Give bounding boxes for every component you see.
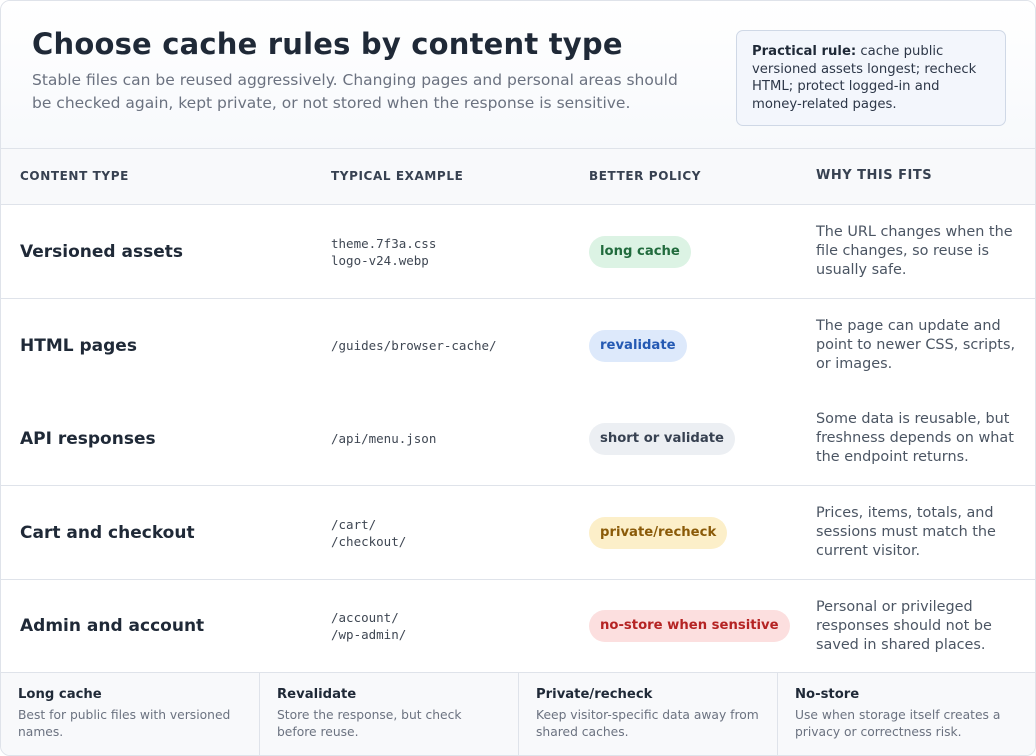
why-this-fits-cell: Prices, items, totals, and sessions must… bbox=[816, 505, 996, 559]
policy-cell: revalidate bbox=[589, 299, 687, 392]
policy-badge-short-or-validate: short or validate bbox=[589, 422, 735, 455]
legend-item-private-recheck: Private/recheck Keep visitor-specific da… bbox=[519, 673, 778, 755]
content-type-cell: Versioned assets bbox=[20, 241, 183, 262]
example-path: /checkout/ bbox=[331, 533, 407, 549]
policy-legend: Long cache Best for public files with ve… bbox=[1, 673, 1035, 755]
example-path: /guides/browser-cache/ bbox=[331, 338, 497, 353]
content-type-cell: Admin and account bbox=[20, 616, 205, 636]
practical-rule-label: Practical rule: bbox=[752, 44, 857, 59]
table-header: CONTENT TYPE TYPICAL EXAMPLE BETTER POLI… bbox=[1, 149, 1035, 205]
column-header-better-policy: BETTER POLICY bbox=[589, 169, 702, 183]
typical-example-cell: /api/menu.json bbox=[331, 392, 436, 485]
table-row: Admin and account /account/ /wp-admin/ n… bbox=[1, 580, 1035, 673]
page-header: Choose cache rules by content type Stabl… bbox=[1, 1, 1035, 149]
table-row: Cart and checkout /cart/ /checkout/ priv… bbox=[1, 486, 1035, 580]
typical-example-cell: /account/ /wp-admin/ bbox=[331, 580, 406, 672]
column-header-why-this-fits: WHY THIS FITS bbox=[816, 168, 933, 183]
why-this-fits-cell: Personal or privileged responses should … bbox=[816, 598, 992, 653]
legend-description: Best for public files with versioned nam… bbox=[18, 708, 231, 739]
legend-title: Private/recheck bbox=[536, 687, 653, 702]
legend-item-no-store: No-store Use when storage itself creates… bbox=[778, 673, 1035, 755]
example-path: /cart/ bbox=[331, 516, 377, 532]
why-this-fits-cell: The page can update and point to newer C… bbox=[816, 318, 1016, 372]
policy-badge-revalidate: revalidate bbox=[589, 329, 687, 362]
legend-description: Use when storage itself creates a privac… bbox=[795, 708, 1001, 739]
example-path: /api/menu.json bbox=[331, 431, 437, 446]
why-this-fits-cell: Some data is reusable, but freshness dep… bbox=[816, 411, 1014, 465]
policy-cell: private/recheck bbox=[589, 486, 728, 579]
policy-cell: long cache bbox=[589, 205, 691, 298]
table-row: API responses /api/menu.json short or va… bbox=[1, 392, 1035, 486]
policy-badge-no-store: no-store when sensitive bbox=[589, 610, 790, 642]
legend-title: No-store bbox=[795, 687, 860, 702]
why-this-fits-cell: The URL changes when the file changes, s… bbox=[816, 224, 1013, 278]
table-row: HTML pages /guides/browser-cache/ revali… bbox=[1, 299, 1035, 393]
typical-example-cell: /cart/ /checkout/ bbox=[331, 486, 406, 579]
table-row: Versioned assets theme.7f3a.css logo-v24… bbox=[1, 205, 1035, 299]
example-path: /account/ bbox=[331, 610, 399, 625]
legend-title: Long cache bbox=[18, 687, 102, 702]
policy-badge-long-cache: long cache bbox=[589, 235, 691, 268]
content-type-cell: Cart and checkout bbox=[20, 522, 195, 543]
legend-description: Store the response, but check before reu… bbox=[277, 708, 462, 739]
example-path: /wp-admin/ bbox=[331, 627, 407, 642]
column-header-typical-example: TYPICAL EXAMPLE bbox=[331, 169, 464, 183]
page-subtitle: Stable files can be reused aggressively.… bbox=[32, 71, 678, 112]
practical-rule-callout: Practical rule: cache public versioned a… bbox=[736, 30, 1006, 126]
legend-item-revalidate: Revalidate Store the response, but check… bbox=[260, 673, 519, 755]
policy-badge-private-recheck: private/recheck bbox=[589, 516, 728, 549]
content-type-cell: API responses bbox=[20, 428, 156, 449]
page-title: Choose cache rules by content type bbox=[32, 27, 623, 61]
legend-description: Keep visitor-specific data away from sha… bbox=[536, 708, 759, 739]
typical-example-cell: /guides/browser-cache/ bbox=[331, 299, 497, 392]
example-path: theme.7f3a.css bbox=[331, 235, 437, 251]
cache-rules-card: Choose cache rules by content type Stabl… bbox=[0, 0, 1036, 756]
legend-item-long-cache: Long cache Best for public files with ve… bbox=[1, 673, 260, 755]
policy-cell: short or validate bbox=[589, 392, 735, 485]
example-path: logo-v24.webp bbox=[331, 252, 429, 268]
policy-cell: no-store when sensitive bbox=[589, 580, 790, 672]
legend-title: Revalidate bbox=[277, 687, 357, 702]
typical-example-cell: theme.7f3a.css logo-v24.webp bbox=[331, 205, 436, 298]
content-type-cell: HTML pages bbox=[20, 335, 137, 356]
column-header-content-type: CONTENT TYPE bbox=[20, 169, 129, 183]
